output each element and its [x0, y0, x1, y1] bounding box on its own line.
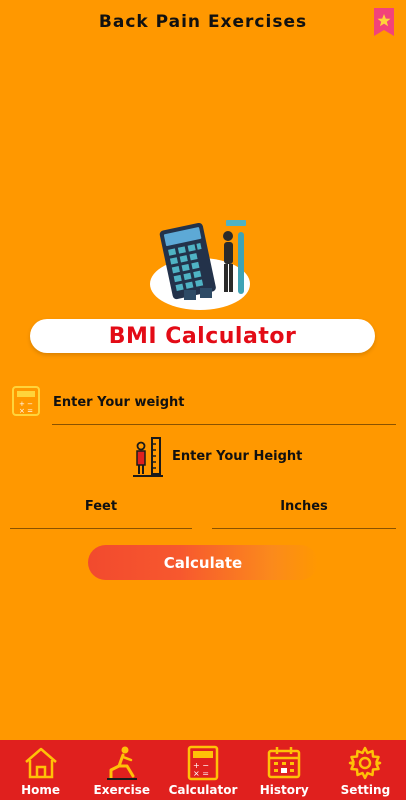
nav-item-history[interactable]: History — [244, 740, 325, 800]
calculate-button[interactable]: Calculate — [88, 545, 318, 580]
bmi-title-card: BMI Calculator — [30, 319, 375, 353]
nav-label-exercise: Exercise — [93, 783, 151, 797]
nav-item-setting[interactable]: Setting — [325, 740, 406, 800]
inches-underline — [212, 528, 396, 529]
feet-underline — [10, 528, 192, 529]
nav-label-history: History — [259, 783, 309, 797]
weight-underline — [52, 424, 396, 425]
nav-label-home: Home — [21, 783, 61, 797]
nav-label-calculator: Calculator — [168, 783, 238, 797]
bottom-navigation: Home Exercise + − × = Calculator History… — [0, 740, 406, 800]
nav-item-exercise[interactable]: Exercise — [81, 740, 162, 800]
height-field-label: Enter Your Height — [172, 449, 303, 464]
app-header: Back Pain Exercises — [0, 0, 406, 46]
nav-item-home[interactable]: Home — [0, 740, 81, 800]
home-icon — [24, 747, 57, 779]
page-title: Back Pain Exercises — [98, 12, 308, 32]
calculator-person-illustration — [150, 220, 250, 310]
calendar-icon — [267, 747, 301, 779]
nav-label-setting: Setting — [340, 783, 391, 797]
nav-item-calculator[interactable]: + − × = Calculator — [162, 740, 243, 800]
weight-field[interactable]: Enter Your weight — [53, 395, 185, 410]
calculator-small-icon: + − × = — [12, 386, 40, 416]
svg-text:× =: × = — [193, 769, 209, 778]
star-bookmark-icon[interactable] — [372, 8, 396, 38]
calculator-icon: + − × = — [187, 745, 219, 781]
feet-field[interactable]: Feet — [10, 499, 192, 514]
inches-field[interactable]: Inches — [212, 499, 396, 514]
svg-text:× =: × = — [19, 407, 33, 415]
height-measure-icon — [133, 437, 163, 477]
exercise-icon — [106, 746, 137, 780]
gear-icon — [349, 746, 382, 780]
bmi-title: BMI Calculator — [108, 323, 297, 349]
